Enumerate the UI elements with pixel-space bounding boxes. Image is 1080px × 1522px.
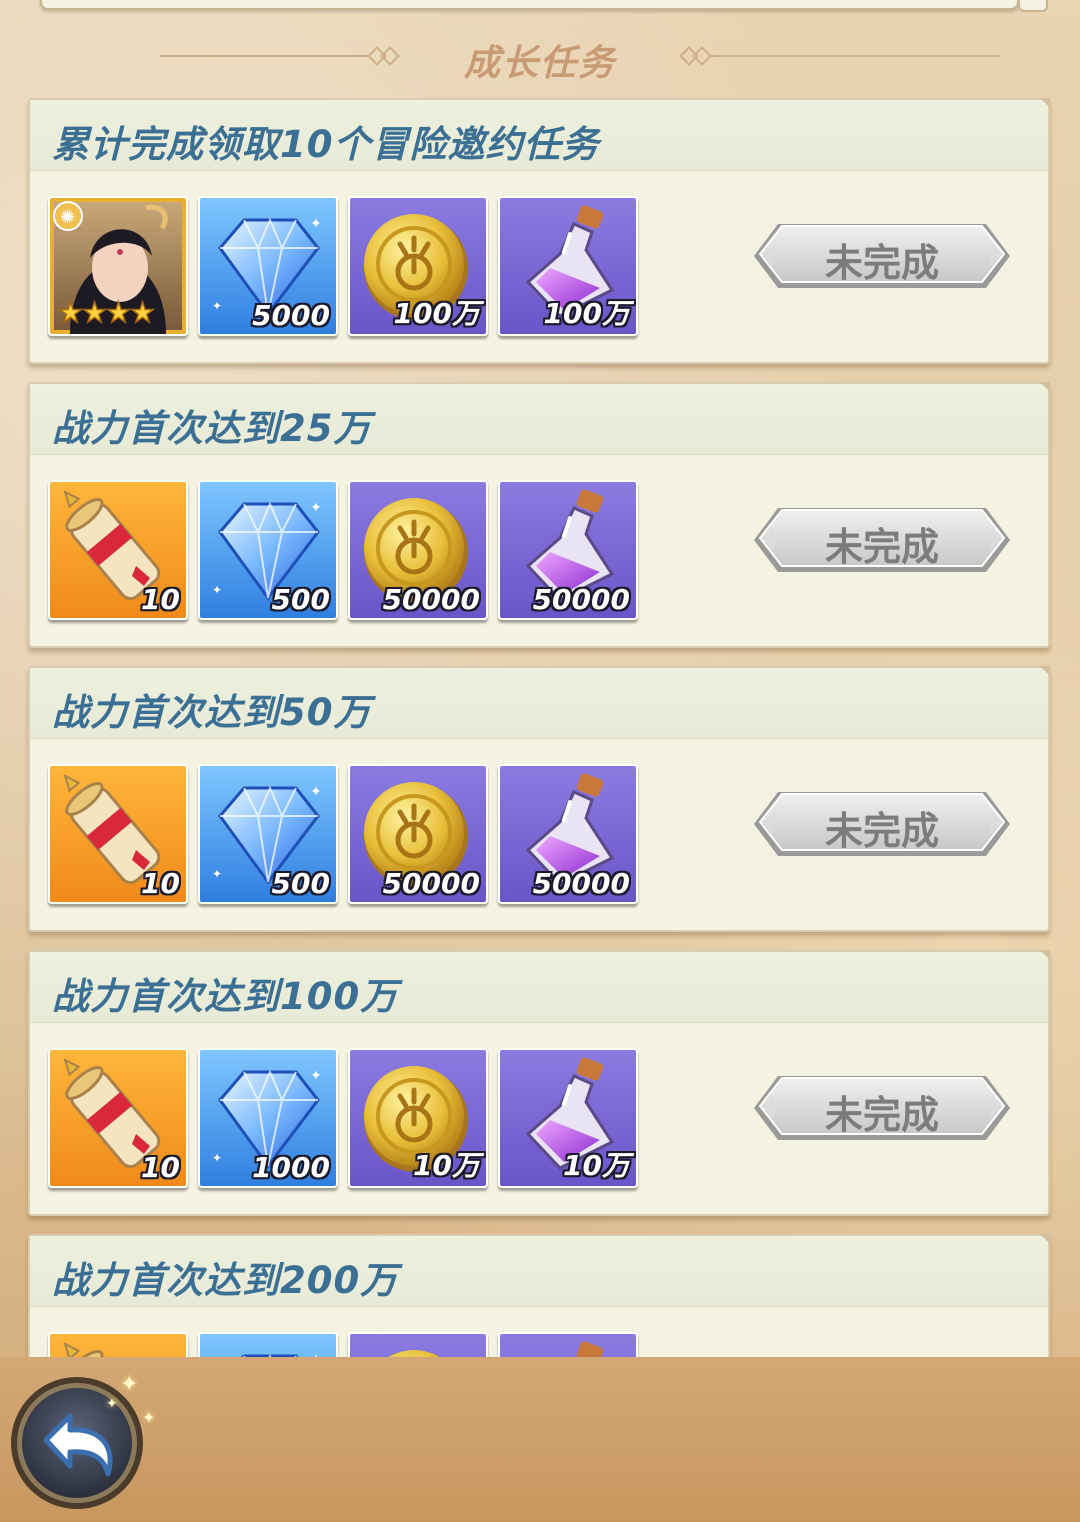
reward-count: 50000 <box>532 867 630 900</box>
svg-text:✦: ✦ <box>310 500 322 516</box>
task-card: 战力首次达到50万 10 ✦ ✦ 500 50000 50000 未完成 <box>28 666 1050 932</box>
status-label: 未完成 <box>824 525 939 569</box>
reward-item[interactable]: ✺ ★ ★ ★ ★ <box>48 196 188 336</box>
svg-text:✦: ✦ <box>310 784 322 800</box>
reward-item[interactable]: 10 <box>48 480 188 620</box>
sparkle-icon: ✦ <box>120 1372 139 1397</box>
reward-list: ✦✦ <box>48 1332 648 1357</box>
reward-item[interactable]: 50000 <box>498 480 638 620</box>
task-title: 战力首次达到50万 <box>52 691 372 734</box>
task-status-button[interactable]: 未完成 <box>750 218 1014 294</box>
reward-item[interactable] <box>498 1332 638 1357</box>
svg-text:★: ★ <box>82 296 107 329</box>
reward-item[interactable]: 50000 <box>348 480 488 620</box>
reward-count: 10万 <box>413 1149 480 1182</box>
reward-list: 10 ✦ ✦ 1000 10万 10万 <box>48 1048 648 1188</box>
reward-count: 10 <box>141 583 180 616</box>
status-label: 未完成 <box>824 1093 939 1137</box>
reward-list: 10 ✦ ✦ 500 50000 50000 <box>48 764 648 904</box>
reward-item[interactable] <box>48 1332 188 1357</box>
reward-item[interactable]: ✦ ✦ 5000 <box>198 196 338 336</box>
reward-count: 100万 <box>393 297 480 330</box>
previous-card-tab <box>1018 0 1048 12</box>
svg-text:★: ★ <box>58 296 83 329</box>
header-divider-right <box>710 55 1000 57</box>
reward-count: 50000 <box>382 867 480 900</box>
reward-item[interactable]: 50000 <box>498 764 638 904</box>
section-header: 成长任务 <box>0 28 1080 84</box>
task-card: 战力首次达到100万 10 ✦ ✦ 1000 10万 10万 未完成 <box>28 950 1050 1216</box>
reward-item[interactable]: 100万 <box>348 196 488 336</box>
task-status-button[interactable]: 未完成 <box>750 786 1014 862</box>
reward-count: 10 <box>141 1151 180 1184</box>
reward-count: 5000 <box>252 299 330 332</box>
task-card: 累计完成领取10个冒险邀约任务 ✺ ★ ★ ★ ★ ✦ ✦ 5000 100万 … <box>28 98 1050 364</box>
reward-item[interactable]: 100万 <box>498 196 638 336</box>
reward-item[interactable]: ✦ ✦ 500 <box>198 480 338 620</box>
reward-item[interactable]: ✦✦ <box>198 1332 338 1357</box>
reward-count: 100万 <box>543 297 630 330</box>
svg-text:★: ★ <box>106 296 131 329</box>
previous-card-edge <box>40 0 1019 10</box>
reward-item[interactable]: 10万 <box>498 1048 638 1188</box>
svg-text:✦: ✦ <box>212 1151 222 1165</box>
card-corner-ornament <box>1040 382 1050 392</box>
task-title: 战力首次达到100万 <box>52 975 399 1018</box>
task-list-viewport[interactable]: 成长任务 累计完成领取10个冒险邀约任务 ✺ ★★★★ ✦✦ 5000 <box>0 0 1080 1357</box>
svg-text:✦: ✦ <box>212 583 222 597</box>
reward-item[interactable]: ✦ ✦ 500 <box>198 764 338 904</box>
reward-item[interactable]: 10 <box>48 1048 188 1188</box>
sparkle-icon: ✦ <box>142 1408 156 1427</box>
svg-text:★: ★ <box>130 296 155 329</box>
reward-item[interactable]: 10 <box>48 764 188 904</box>
task-title: 战力首次达到25万 <box>52 407 372 450</box>
svg-text:✦: ✦ <box>212 867 222 881</box>
status-label: 未完成 <box>824 241 939 285</box>
reward-item[interactable]: ✦ ✦ 1000 <box>198 1048 338 1188</box>
reward-count: 500 <box>271 583 330 616</box>
reward-count: 10 <box>141 867 180 900</box>
reward-item[interactable] <box>348 1332 488 1357</box>
reward-count: 50000 <box>532 583 630 616</box>
sparkle-icon: ✦ <box>106 1396 118 1412</box>
task-card: 战力首次达到200万 ✦✦ <box>28 1234 1050 1357</box>
card-corner-ornament <box>1040 1234 1050 1244</box>
task-title: 累计完成领取10个冒险邀约任务 <box>52 123 600 166</box>
reward-item[interactable]: 10万 <box>348 1048 488 1188</box>
status-label: 未完成 <box>824 809 939 853</box>
svg-text:✺: ✺ <box>60 207 75 228</box>
svg-text:✦: ✦ <box>310 216 322 232</box>
svg-text:✦: ✦ <box>310 1068 322 1084</box>
task-title: 战力首次达到200万 <box>52 1259 399 1302</box>
svg-text:✦: ✦ <box>212 299 222 313</box>
reward-list: 10 ✦ ✦ 500 50000 50000 <box>48 480 648 620</box>
card-corner-ornament <box>1040 98 1050 108</box>
task-card: 战力首次达到25万 10 ✦ ✦ 500 50000 50000 未完成 <box>28 382 1050 648</box>
bottom-bar <box>0 1357 1080 1522</box>
section-title: 成长任务 <box>463 43 616 84</box>
task-status-button[interactable]: 未完成 <box>750 502 1014 578</box>
card-corner-ornament <box>1040 666 1050 676</box>
reward-item[interactable]: 50000 <box>348 764 488 904</box>
card-corner-ornament <box>1040 950 1050 960</box>
reward-list: ✺ ★ ★ ★ ★ ✦ ✦ 5000 100万 100万 <box>48 196 648 336</box>
reward-count: 50000 <box>382 583 480 616</box>
reward-count: 10万 <box>563 1149 630 1182</box>
reward-count: 1000 <box>252 1151 330 1184</box>
task-status-button[interactable]: 未完成 <box>750 1070 1014 1146</box>
reward-count: 500 <box>271 867 330 900</box>
